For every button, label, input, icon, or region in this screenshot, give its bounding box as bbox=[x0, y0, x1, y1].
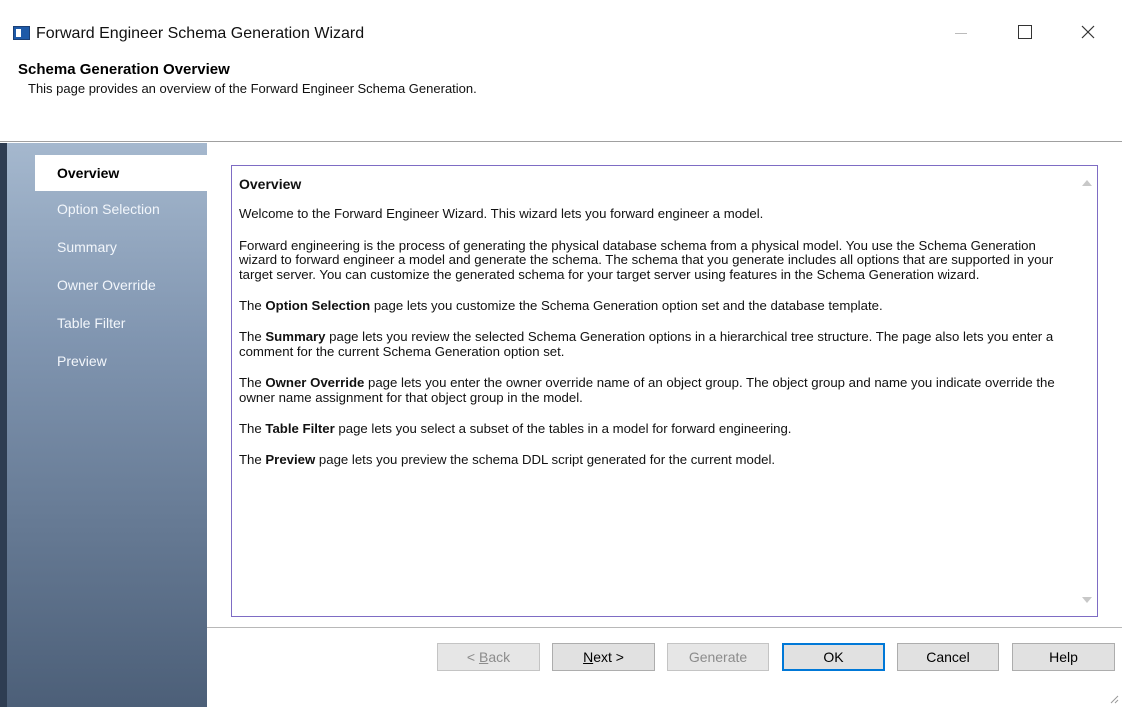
paragraph-text: page lets you customize the Schema Gener… bbox=[370, 298, 883, 314]
scroll-up-icon[interactable] bbox=[1082, 180, 1092, 186]
description-paragraph: Forward engineering is the process of ge… bbox=[239, 237, 1054, 282]
sidebar-item-label: Summary bbox=[57, 239, 117, 255]
back-prefix: < bbox=[466, 649, 479, 665]
wizard-app-icon bbox=[13, 26, 30, 40]
sidebar-item-label: Option Selection bbox=[57, 201, 160, 217]
page-name: Owner Override bbox=[265, 375, 365, 391]
ok-button[interactable]: OK bbox=[782, 643, 885, 671]
page-title: Schema Generation Overview bbox=[18, 61, 230, 78]
wizard-sidebar: Overview Option Selection Summary Owner … bbox=[7, 143, 207, 707]
paragraph-text: page lets you select a subset of the tab… bbox=[334, 421, 792, 437]
generate-button[interactable]: Generate bbox=[667, 643, 769, 671]
next-button[interactable]: Next > bbox=[552, 643, 655, 671]
window-title: Forward Engineer Schema Generation Wizar… bbox=[36, 25, 365, 42]
back-button[interactable]: < Back bbox=[437, 643, 540, 671]
help-button[interactable]: Help bbox=[1012, 643, 1115, 671]
page-name: Summary bbox=[265, 329, 326, 345]
main-content: Overview Welcome to the Forward Engineer… bbox=[207, 143, 1122, 707]
close-button[interactable] bbox=[1066, 14, 1112, 50]
paragraph-text: page lets you preview the schema DDL scr… bbox=[315, 452, 776, 468]
page-subtitle: This page provides an overview of the Fo… bbox=[28, 81, 477, 96]
paragraph-prefix: The bbox=[239, 298, 266, 314]
back-mnemonic: B bbox=[478, 649, 489, 665]
paragraph-prefix: The bbox=[239, 421, 266, 437]
page-desc-summary: The Summary page lets you review the sel… bbox=[239, 330, 1069, 359]
paragraph-prefix: The bbox=[239, 375, 266, 391]
overview-text: Overview Welcome to the Forward Engineer… bbox=[239, 177, 1069, 485]
page-desc-preview: The Preview page lets you preview the sc… bbox=[239, 453, 1069, 467]
close-icon bbox=[1081, 25, 1095, 39]
paragraph-prefix: The bbox=[239, 452, 266, 468]
page-name: Preview bbox=[265, 452, 316, 468]
sidebar-item-overview[interactable]: Overview bbox=[35, 155, 207, 191]
sidebar-item-preview[interactable]: Preview bbox=[35, 343, 207, 381]
maximize-icon bbox=[1018, 25, 1032, 39]
paragraph-text: page lets you review the selected Schema… bbox=[239, 329, 1054, 359]
overview-text-panel[interactable]: Overview Welcome to the Forward Engineer… bbox=[231, 165, 1098, 617]
next-mnemonic: N bbox=[583, 649, 594, 665]
maximize-button[interactable] bbox=[1003, 14, 1049, 50]
resize-grip-icon[interactable] bbox=[1109, 694, 1119, 704]
sidebar-item-label: Overview bbox=[57, 165, 120, 181]
paragraph-prefix: The bbox=[239, 329, 266, 345]
page-desc-owner-override: The Owner Override page lets you enter t… bbox=[239, 375, 1069, 405]
sidebar-item-option-selection[interactable]: Option Selection bbox=[35, 191, 207, 229]
page-desc-table-filter: The Table Filter page lets you select a … bbox=[239, 421, 1069, 437]
page-header: Schema Generation Overview This page pro… bbox=[0, 50, 1122, 142]
sidebar-item-label: Preview bbox=[57, 353, 107, 369]
next-label-rest: ext > bbox=[593, 649, 624, 665]
sidebar-item-label: Owner Override bbox=[57, 277, 156, 293]
sidebar-item-table-filter[interactable]: Table Filter bbox=[35, 305, 207, 343]
page-desc-option-selection: The Option Selection page lets you custo… bbox=[239, 298, 1069, 314]
minimize-button[interactable] bbox=[940, 14, 986, 50]
scroll-down-icon[interactable] bbox=[1082, 597, 1092, 603]
back-label-rest: ack bbox=[488, 649, 511, 665]
title-bar: Forward Engineer Schema Generation Wizar… bbox=[0, 0, 1122, 50]
wizard-steps-nav: Overview Option Selection Summary Owner … bbox=[35, 155, 207, 381]
vertical-scrollbar[interactable] bbox=[1075, 166, 1097, 616]
button-divider bbox=[207, 627, 1122, 628]
intro-paragraph: Welcome to the Forward Engineer Wizard. … bbox=[239, 206, 764, 222]
wizard-window: Forward Engineer Schema Generation Wizar… bbox=[0, 0, 1122, 707]
sidebar-item-owner-override[interactable]: Owner Override bbox=[35, 267, 207, 305]
sidebar-item-label: Table Filter bbox=[57, 315, 126, 331]
left-edge-strip bbox=[0, 143, 7, 707]
cancel-button[interactable]: Cancel bbox=[897, 643, 999, 671]
overview-heading: Overview bbox=[239, 176, 302, 192]
sidebar-item-summary[interactable]: Summary bbox=[35, 229, 207, 267]
minimize-icon bbox=[955, 33, 967, 34]
page-name: Table Filter bbox=[265, 421, 335, 437]
page-name: Option Selection bbox=[265, 298, 371, 314]
